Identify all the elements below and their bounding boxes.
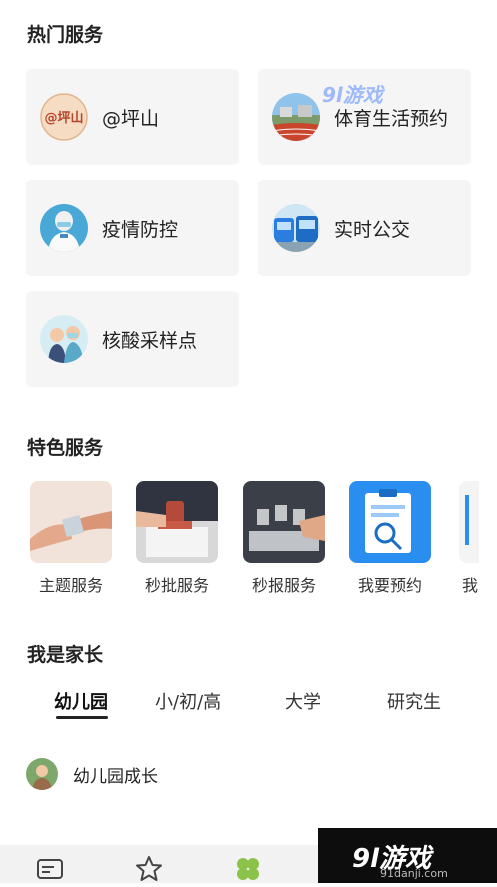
- service-card-epidemic-control[interactable]: 疫情防控: [26, 180, 239, 276]
- active-tab-indicator: [56, 716, 108, 719]
- service-label: @坪山: [102, 107, 160, 130]
- service-label: 疫情防控: [102, 218, 179, 241]
- featured-label: 主题服务: [38, 576, 103, 595]
- hot-services-title: 热门服务: [27, 24, 104, 46]
- list-item-label: 幼儿园成长: [73, 766, 158, 787]
- watermark-top-logo: 9l游戏: [322, 83, 383, 107]
- nucleic-test-icon: [40, 315, 88, 363]
- featured-label: 我: [462, 576, 479, 595]
- tab-university[interactable]: 大学: [285, 688, 321, 714]
- medical-worker-icon: [40, 204, 88, 252]
- svg-text:@坪山: @坪山: [44, 110, 83, 126]
- featured-item-partial[interactable]: 我: [456, 481, 497, 596]
- service-card-nucleic-test-site[interactable]: 核酸采样点: [26, 291, 239, 387]
- featured-label: 秒批服务: [144, 576, 209, 595]
- service-label: 核酸采样点: [102, 329, 198, 352]
- puzzle-hands-image: [30, 481, 112, 563]
- clover-icon[interactable]: [234, 855, 262, 883]
- clipboard-search-image: [349, 481, 431, 563]
- list-item[interactable]: 幼儿园成长: [26, 758, 158, 790]
- parent-section-title: 我是家长: [27, 644, 104, 666]
- tab-primary-secondary[interactable]: 小/初/高: [155, 688, 221, 714]
- watermark-url: 91danji.com: [380, 867, 448, 880]
- featured-label: 我要预约: [357, 576, 422, 595]
- featured-item-instant-approval[interactable]: 秒批服务: [135, 481, 219, 596]
- pingshan-logo-icon: @坪山: [40, 93, 88, 141]
- kindergarten-avatar: [26, 758, 58, 790]
- card-icon[interactable]: [36, 855, 64, 883]
- service-card-realtime-bus[interactable]: 实时公交: [258, 180, 471, 276]
- laptop-report-image: [243, 481, 325, 563]
- featured-item-instant-report[interactable]: 秒报服务: [242, 481, 326, 596]
- featured-services-title: 特色服务: [27, 437, 104, 459]
- tab-graduate[interactable]: 研究生: [387, 688, 441, 714]
- service-label: 实时公交: [334, 218, 411, 241]
- featured-item-appointment[interactable]: 我要预约: [348, 481, 432, 596]
- service-card-pingshan[interactable]: @坪山 @坪山: [26, 69, 239, 165]
- featured-label: 秒报服务: [251, 576, 316, 595]
- tab-kindergarten[interactable]: 幼儿园: [54, 688, 108, 714]
- featured-item-theme[interactable]: 主题服务: [29, 481, 113, 596]
- stamp-document-image: [136, 481, 218, 563]
- star-icon[interactable]: [135, 855, 163, 883]
- partial-item-image: [459, 481, 479, 563]
- stadium-icon: [272, 93, 320, 141]
- bus-icon: [272, 204, 320, 252]
